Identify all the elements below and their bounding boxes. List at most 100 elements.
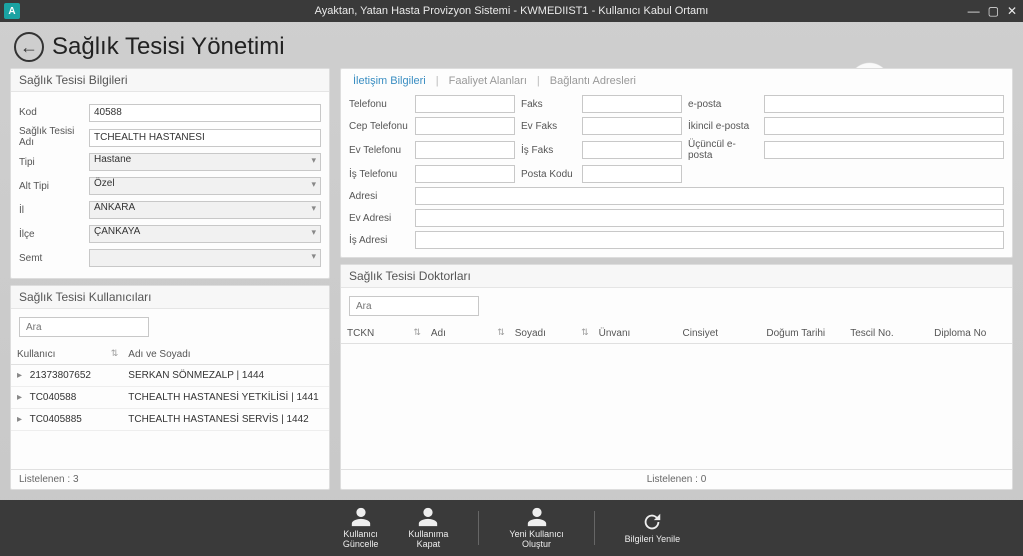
label-ev-adresi: Ev Adresi — [349, 213, 409, 224]
window-minimize-icon[interactable]: — — [968, 4, 980, 18]
table-row[interactable]: ▸ TC040588TCHEALTH HASTANESİ YETKİLİSİ |… — [11, 387, 329, 409]
input-eposta[interactable] — [764, 95, 1004, 113]
input-faks[interactable] — [582, 95, 682, 113]
label-posta-kodu: Posta Kodu — [521, 169, 576, 180]
label-ev-faks: Ev Faks — [521, 121, 576, 132]
label-ev-telefonu: Ev Telefonu — [349, 145, 409, 156]
action-label: Kullanıcı Güncelle — [343, 530, 379, 550]
doctors-footer-label: Listelenen : — [647, 474, 698, 485]
input-adi[interactable] — [89, 129, 321, 147]
action-yeni-kullanici[interactable]: Yeni Kullanıcı Oluştur — [509, 506, 563, 550]
users-table: Kullanıcı⇅ Adı ve Soyadı ▸ 21373807652SE… — [11, 345, 329, 431]
page-header: ← Sağlık Tesisi Yönetimi — [0, 22, 1023, 68]
input-is-telefonu[interactable] — [415, 165, 515, 183]
label-is-adresi: İş Adresi — [349, 235, 409, 246]
sort-icon: ⇅ — [497, 327, 505, 338]
app-logo-letter: A — [8, 6, 15, 17]
input-ikinci-eposta[interactable] — [764, 117, 1004, 135]
users-footer-count: 3 — [73, 474, 79, 485]
window-restore-icon[interactable]: ▢ — [988, 4, 999, 18]
back-button[interactable]: ← — [14, 32, 44, 62]
facility-info-title: Sağlık Tesisi Bilgileri — [11, 69, 329, 92]
expand-icon[interactable]: ▸ — [17, 392, 27, 403]
doctors-footer: Listelenen : 0 — [341, 469, 1012, 489]
expand-icon[interactable]: ▸ — [17, 414, 27, 425]
input-cep-telefonu[interactable] — [415, 117, 515, 135]
action-label: Kullanıma Kapat — [408, 530, 448, 550]
select-tipi[interactable]: Hastane — [89, 153, 321, 171]
label-adi: Sağlık Tesisi Adı — [19, 126, 89, 148]
label-ikinci-eposta: İkincil e-posta — [688, 121, 758, 132]
action-kullanici-guncelle[interactable]: Kullanıcı Güncelle — [343, 506, 379, 550]
users-footer: Listelenen : 3 — [11, 469, 329, 489]
label-ilce: İlçe — [19, 229, 89, 240]
sort-icon: ⇅ — [111, 348, 119, 359]
users-footer-label: Listelenen : — [19, 474, 70, 485]
arrow-left-icon: ← — [20, 37, 38, 58]
sort-icon: ⇅ — [413, 327, 421, 338]
input-ev-faks[interactable] — [582, 117, 682, 135]
facility-users-panel: Sağlık Tesisi Kullanıcıları Kullanıcı⇅ A… — [10, 285, 330, 490]
table-row[interactable]: ▸ 21373807652SERKAN SÖNMEZALP | 1444 — [11, 365, 329, 387]
doctors-col-tckn[interactable]: TCKN⇅ — [341, 324, 425, 344]
table-row[interactable]: ▸ TC0405885TCHEALTH HASTANESİ SERVİS | 1… — [11, 409, 329, 431]
label-il: İl — [19, 205, 89, 216]
doctors-table: TCKN⇅ Adı⇅ Soyadı⇅ Ünvanı Cinsiyet Doğum… — [341, 324, 1012, 344]
input-posta-kodu[interactable] — [582, 165, 682, 183]
user-icon — [417, 506, 439, 528]
content-area: Sağlık Tesisi Bilgileri Kod Sağlık Tesis… — [0, 68, 1023, 500]
page-title: Sağlık Tesisi Yönetimi — [52, 33, 285, 61]
user-icon — [526, 506, 548, 528]
select-semt[interactable] — [89, 249, 321, 267]
action-separator — [478, 511, 479, 545]
label-alt-tipi: Alt Tipi — [19, 181, 89, 192]
sort-icon: ⇅ — [581, 327, 589, 338]
input-adresi[interactable] — [415, 187, 1004, 205]
label-kod: Kod — [19, 107, 89, 118]
input-ev-telefonu[interactable] — [415, 141, 515, 159]
doctors-col-unvani[interactable]: Ünvanı — [593, 324, 677, 344]
refresh-icon — [641, 511, 663, 533]
label-telefonu: Telefonu — [349, 99, 409, 110]
tab-faaliyet[interactable]: Faaliyet Alanları — [445, 73, 531, 89]
input-is-faks[interactable] — [582, 141, 682, 159]
window-titlebar: A Ayaktan, Yatan Hasta Provizyon Sistemi… — [0, 0, 1023, 22]
action-label: Yeni Kullanıcı Oluştur — [509, 530, 563, 550]
users-col-kullanici[interactable]: Kullanıcı⇅ — [11, 345, 122, 365]
input-ev-adresi[interactable] — [415, 209, 1004, 227]
doctors-col-cinsiyet[interactable]: Cinsiyet — [677, 324, 761, 344]
label-semt: Semt — [19, 253, 89, 264]
input-is-adresi[interactable] — [415, 231, 1004, 249]
action-label: Bilgileri Yenile — [625, 535, 681, 545]
app-logo: A — [4, 3, 20, 19]
window-close-icon[interactable]: ✕ — [1007, 4, 1017, 18]
doctors-col-soyadi[interactable]: Soyadı⇅ — [509, 324, 593, 344]
select-il[interactable]: ANKARA — [89, 201, 321, 219]
label-faks: Faks — [521, 99, 576, 110]
action-kullanima-kapat[interactable]: Kullanıma Kapat — [408, 506, 448, 550]
doctors-col-adi[interactable]: Adı⇅ — [425, 324, 509, 344]
tab-iletisim[interactable]: İletişim Bilgileri — [349, 73, 430, 89]
action-bilgileri-yenile[interactable]: Bilgileri Yenile — [625, 511, 681, 545]
doctors-search-input[interactable] — [349, 296, 479, 316]
label-is-telefonu: İş Telefonu — [349, 169, 409, 180]
input-telefonu[interactable] — [415, 95, 515, 113]
doctors-col-tescil[interactable]: Tescil No. — [844, 324, 928, 344]
tab-baglanti[interactable]: Bağlantı Adresleri — [546, 73, 640, 89]
contact-panel: İletişim Bilgileri | Faaliyet Alanları |… — [340, 68, 1013, 258]
select-ilce[interactable]: ÇANKAYA — [89, 225, 321, 243]
label-eposta: e-posta — [688, 99, 758, 110]
doctors-col-diploma[interactable]: Diploma No — [928, 324, 1012, 344]
input-ucuncu-eposta[interactable] — [764, 141, 1004, 159]
expand-icon[interactable]: ▸ — [17, 370, 27, 381]
users-col-adi-soyadi[interactable]: Adı ve Soyadı — [122, 345, 329, 365]
facility-doctors-title: Sağlık Tesisi Doktorları — [341, 265, 1012, 288]
input-kod[interactable] — [89, 104, 321, 122]
window-title: Ayaktan, Yatan Hasta Provizyon Sistemi -… — [0, 5, 1023, 17]
select-alt-tipi[interactable]: Özel — [89, 177, 321, 195]
facility-info-panel: Sağlık Tesisi Bilgileri Kod Sağlık Tesis… — [10, 68, 330, 279]
users-search-input[interactable] — [19, 317, 149, 337]
action-bar: Kullanıcı Güncelle Kullanıma Kapat Yeni … — [0, 500, 1023, 556]
label-cep-telefonu: Cep Telefonu — [349, 121, 409, 132]
doctors-col-dogum[interactable]: Doğum Tarihi — [760, 324, 844, 344]
